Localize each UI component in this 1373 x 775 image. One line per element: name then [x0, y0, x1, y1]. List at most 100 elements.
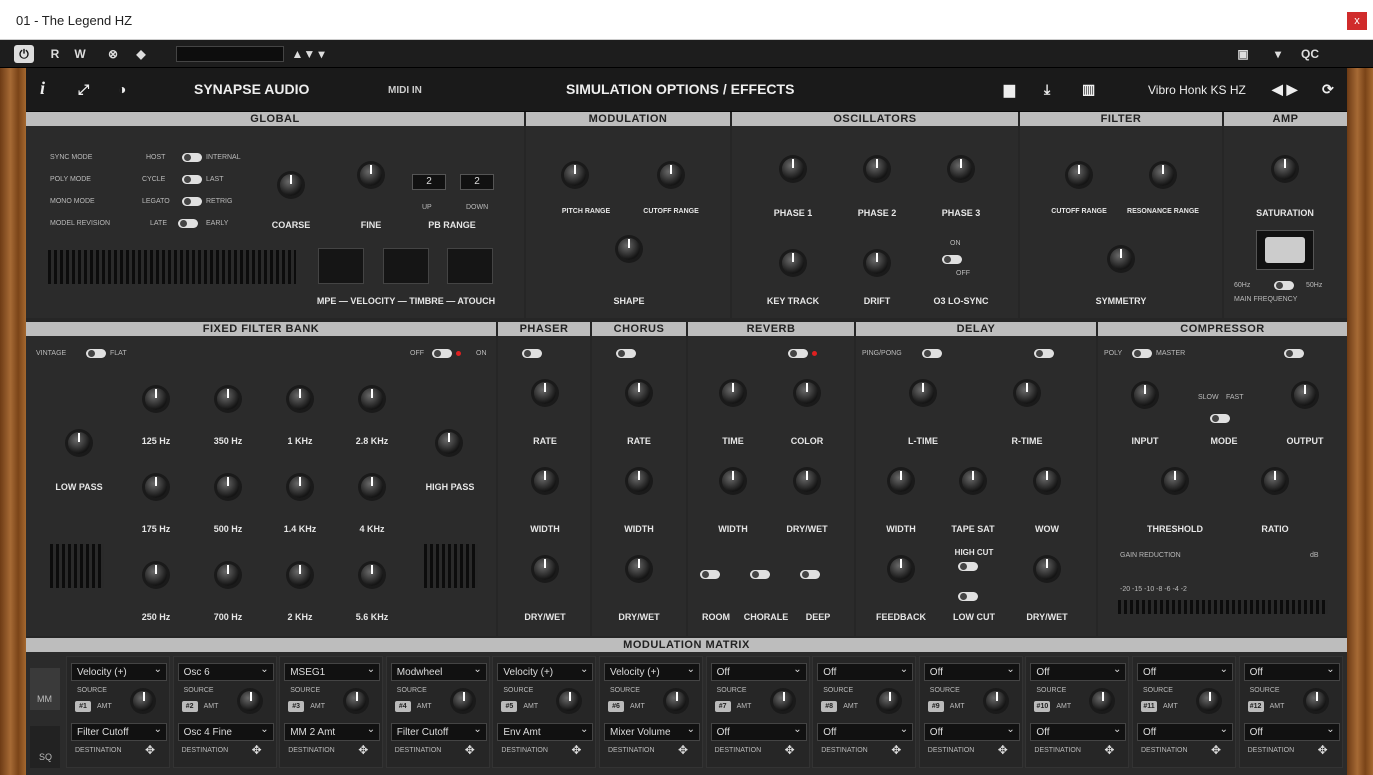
destination-target-icon[interactable]: ✥: [358, 743, 368, 757]
read-automation-button[interactable]: R: [48, 45, 62, 63]
reverb-drywet-knob[interactable]: [796, 470, 818, 492]
chorus-drywet-knob[interactable]: [628, 558, 650, 580]
pitch-range-knob[interactable]: [564, 164, 586, 186]
destination-dropdown[interactable]: MM 2 Amt: [284, 723, 381, 741]
compressor-power-switch[interactable]: [1284, 349, 1304, 358]
chorus-width-knob[interactable]: [628, 470, 650, 492]
amt-knob[interactable]: [772, 691, 793, 711]
source-dropdown[interactable]: Velocity (+): [604, 663, 700, 681]
close-button[interactable]: x: [1347, 12, 1367, 30]
source-dropdown[interactable]: Velocity (+): [497, 663, 594, 681]
resonance-range-knob[interactable]: [1152, 164, 1174, 186]
amt-knob[interactable]: [239, 691, 260, 711]
reverb-power-switch[interactable]: [788, 349, 808, 358]
output-knob[interactable]: [1294, 384, 1316, 406]
destination-dropdown[interactable]: Filter Cutoff: [71, 723, 167, 741]
delay-drywet-knob[interactable]: [1036, 558, 1058, 580]
mpe-atouch-curve[interactable]: [447, 248, 493, 284]
band-knob[interactable]: [289, 388, 311, 410]
preset-prev-next-icon[interactable]: ◀ ▶: [1272, 81, 1297, 98]
source-dropdown[interactable]: Off: [817, 663, 914, 681]
low-cut-switch[interactable]: [958, 592, 978, 601]
band-knob[interactable]: [361, 564, 383, 586]
source-dropdown[interactable]: Off: [1030, 663, 1127, 681]
power-button[interactable]: ⏻: [14, 45, 34, 63]
source-dropdown[interactable]: MSEG1: [284, 663, 381, 681]
high-cut-switch[interactable]: [958, 562, 978, 571]
destination-dropdown[interactable]: Mixer Volume: [604, 723, 700, 741]
amt-knob[interactable]: [559, 691, 580, 711]
phaser-drywet-knob[interactable]: [534, 558, 556, 580]
drift-knob[interactable]: [866, 252, 888, 274]
camera-icon[interactable]: ▣: [1232, 45, 1254, 63]
band-knob[interactable]: [145, 388, 167, 410]
band-knob[interactable]: [217, 564, 239, 586]
destination-dropdown[interactable]: Off: [1243, 723, 1340, 741]
poly-mode-switch[interactable]: [182, 175, 202, 184]
band-knob[interactable]: [145, 476, 167, 498]
main-frequency-switch[interactable]: [1274, 281, 1294, 290]
chorus-rate-knob[interactable]: [628, 382, 650, 404]
band-knob[interactable]: [361, 476, 383, 498]
destination-target-icon[interactable]: ✥: [1104, 743, 1114, 757]
destination-dropdown[interactable]: Env Amt: [497, 723, 594, 741]
mm-tab[interactable]: MM: [30, 668, 60, 710]
ping-pong-switch[interactable]: [922, 349, 942, 358]
o3-lo-sync-switch[interactable]: [942, 255, 962, 264]
destination-target-icon[interactable]: ✥: [252, 743, 262, 757]
coarse-knob[interactable]: [280, 174, 302, 196]
reverb-width-knob[interactable]: [722, 470, 744, 492]
download-icon[interactable]: ⤓: [1044, 81, 1050, 98]
destination-dropdown[interactable]: Osc 4 Fine: [177, 723, 274, 741]
l-time-knob[interactable]: [912, 382, 934, 404]
destination-target-icon[interactable]: ✥: [1318, 743, 1328, 757]
destination-target-icon[interactable]: ✥: [678, 743, 688, 757]
preset-field[interactable]: [176, 46, 284, 62]
amt-knob[interactable]: [1092, 691, 1113, 711]
destination-dropdown[interactable]: Filter Cutoff: [390, 723, 487, 741]
wow-knob[interactable]: [1036, 470, 1058, 492]
filter-cutoff-range-knob[interactable]: [1068, 164, 1090, 186]
chorus-power-switch[interactable]: [616, 349, 636, 358]
theme-icon[interactable]: ◑: [118, 81, 126, 97]
vintage-flat-switch[interactable]: [86, 349, 106, 358]
bypass-icon[interactable]: ⊗: [106, 45, 120, 63]
ffb-power-switch[interactable]: [432, 349, 452, 358]
phase1-knob[interactable]: [782, 158, 804, 180]
page-title[interactable]: SIMULATION OPTIONS / EFFECTS: [566, 81, 794, 97]
amt-knob[interactable]: [1199, 691, 1219, 711]
mono-mode-switch[interactable]: [182, 197, 202, 206]
reverb-color-knob[interactable]: [796, 382, 818, 404]
feedback-knob[interactable]: [890, 558, 912, 580]
source-dropdown[interactable]: Modwheel: [390, 663, 487, 681]
destination-target-icon[interactable]: ✥: [891, 743, 901, 757]
amt-knob[interactable]: [985, 691, 1006, 711]
delay-width-knob[interactable]: [890, 470, 912, 492]
info-icon[interactable]: i: [40, 78, 45, 99]
pb-up-field[interactable]: 2: [412, 174, 446, 190]
tape-sat-knob[interactable]: [962, 470, 984, 492]
reverb-time-knob[interactable]: [722, 382, 744, 404]
arrow-icon[interactable]: ◆: [134, 45, 148, 63]
source-dropdown[interactable]: Off: [1137, 663, 1233, 681]
phaser-rate-knob[interactable]: [534, 382, 556, 404]
destination-target-icon[interactable]: ✥: [785, 743, 795, 757]
band-knob[interactable]: [217, 476, 239, 498]
room-switch[interactable]: [700, 570, 720, 579]
amt-knob[interactable]: [666, 691, 686, 711]
qc-button[interactable]: QC: [1298, 45, 1322, 63]
destination-target-icon[interactable]: ✥: [1211, 743, 1221, 757]
destination-target-icon[interactable]: ✥: [998, 743, 1008, 757]
preset-nav-icon[interactable]: ▲▼ ▾: [288, 45, 328, 63]
amt-knob[interactable]: [1305, 691, 1326, 711]
input-knob[interactable]: [1134, 384, 1156, 406]
amt-knob[interactable]: [879, 691, 900, 711]
destination-target-icon[interactable]: ✥: [465, 743, 475, 757]
symmetry-knob[interactable]: [1110, 248, 1132, 270]
destination-dropdown[interactable]: Off: [1030, 723, 1127, 741]
sq-tab[interactable]: SQ: [30, 726, 60, 768]
destination-target-icon[interactable]: ✥: [571, 743, 581, 757]
deep-switch[interactable]: [800, 570, 820, 579]
source-dropdown[interactable]: Osc 6: [177, 663, 274, 681]
band-knob[interactable]: [145, 564, 167, 586]
